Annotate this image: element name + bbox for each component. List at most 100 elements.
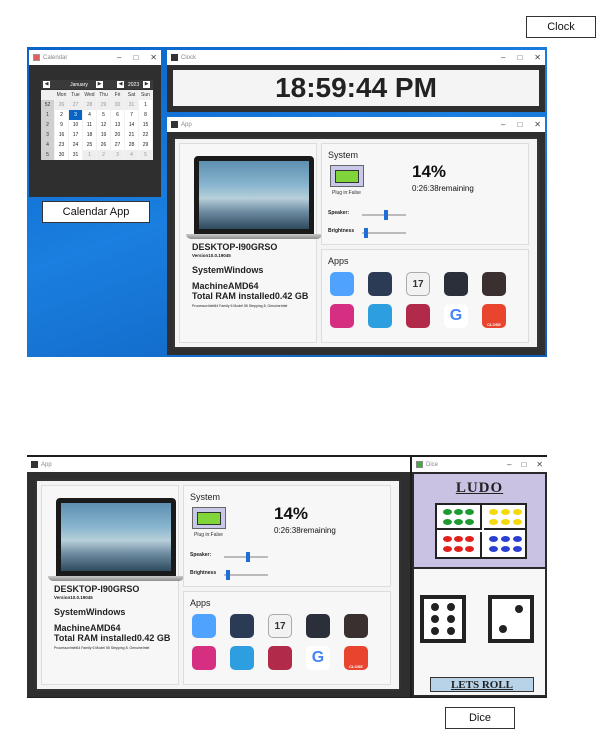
next-year-button[interactable]: ▶ [143, 81, 151, 88]
close-icon[interactable]: ✕ [536, 460, 543, 469]
close-icon[interactable]: ✕ [534, 120, 541, 129]
calendar-day-cell[interactable]: 3 [111, 150, 125, 160]
calendar-day-cell[interactable]: 21 [125, 130, 139, 140]
close-icon[interactable]: ✕ [150, 53, 157, 62]
calendar-day-cell[interactable]: 7 [125, 110, 139, 120]
calendar-day-cell[interactable]: 23 [55, 140, 69, 150]
die-right[interactable] [488, 595, 534, 643]
clock-app-icon[interactable] [368, 272, 392, 296]
calendar-day-cell[interactable]: 26 [55, 100, 69, 110]
calendar-day-cell[interactable]: 24 [69, 140, 83, 150]
calendar-day-cell[interactable]: 17 [69, 130, 83, 140]
calendar-week-row: 4 23 24 25 26 27 28 29 [41, 140, 153, 150]
calendar-day-cell[interactable]: 28 [125, 140, 139, 150]
prev-month-button[interactable]: ◀ [43, 81, 50, 88]
calendar-app-icon[interactable]: 17 [406, 272, 430, 296]
clock-app-icon[interactable] [230, 614, 254, 638]
prev-year-button[interactable]: ◀ [117, 81, 124, 88]
maximize-icon[interactable]: □ [521, 460, 526, 469]
calendar-day-cell[interactable]: 28 [83, 100, 97, 110]
calendar-day-cell[interactable]: 27 [111, 140, 125, 150]
lets-roll-button[interactable]: LETS ROLL [430, 677, 534, 692]
brightness-slider-track[interactable] [362, 232, 406, 234]
calendar-day-cell[interactable]: 5 [97, 110, 111, 120]
weather-app-icon[interactable] [330, 272, 354, 296]
calendar-day-cell[interactable]: 27 [69, 100, 83, 110]
die-left[interactable] [420, 595, 466, 643]
calendar-day-cell[interactable]: 22 [139, 130, 153, 140]
calendar-day-cell[interactable]: 9 [55, 120, 69, 130]
app-titlebar-2[interactable]: App [27, 457, 410, 472]
dice-window: Dice – □ ✕ LUDO LETS ROLL [412, 457, 547, 697]
maximize-icon[interactable]: □ [517, 120, 522, 129]
calendar-day-cell[interactable]: 2 [55, 110, 69, 120]
calendar-day-cell[interactable]: 14 [125, 120, 139, 130]
minimize-icon[interactable]: – [501, 53, 505, 62]
calendar-day-cell[interactable]: 31 [69, 150, 83, 160]
toggle-app-icon[interactable] [306, 614, 330, 638]
calendar-day-cell[interactable]: 26 [97, 140, 111, 150]
calendar-day-cell[interactable]: 29 [139, 140, 153, 150]
calendar-day-cell[interactable]: 10 [69, 120, 83, 130]
calendar-day-cell[interactable]: 4 [83, 110, 97, 120]
calendar-day-cell[interactable]: 25 [83, 140, 97, 150]
calendar-day-cell[interactable]: 30 [111, 100, 125, 110]
maximize-icon[interactable]: □ [133, 53, 138, 62]
close-app-icon[interactable]: CLOSE [344, 646, 368, 670]
calendar-day-cell[interactable]: 20 [111, 130, 125, 140]
brightness-slider-thumb[interactable] [226, 570, 231, 580]
google-app-icon[interactable]: G [306, 646, 330, 670]
year-label[interactable]: 2023 [128, 82, 139, 88]
dice-titlebar[interactable]: Dice – □ ✕ [412, 457, 547, 472]
speaker-slider-thumb[interactable] [246, 552, 251, 562]
close-app-icon[interactable]: CLOSE [482, 304, 506, 328]
youtube-app-icon[interactable] [406, 304, 430, 328]
calendar-day-cell[interactable]: 8 [139, 110, 153, 120]
calendar-day-cell[interactable]: 1 [139, 100, 153, 110]
calendar-day-cell[interactable]: 1 [83, 150, 97, 160]
calendar-day-cell[interactable]: 31 [125, 100, 139, 110]
toggle-app-icon[interactable] [444, 272, 468, 296]
calendar-app-icon[interactable]: 17 [268, 614, 292, 638]
close-icon[interactable]: ✕ [534, 53, 541, 62]
folder-app-icon[interactable] [230, 646, 254, 670]
instagram-app-icon[interactable] [330, 304, 354, 328]
calendar-day-cell[interactable]: 4 [125, 150, 139, 160]
ludo-app-icon[interactable] [344, 614, 368, 638]
brightness-slider-thumb[interactable] [364, 228, 369, 238]
folder-app-icon[interactable] [368, 304, 392, 328]
speaker-slider-thumb[interactable] [384, 210, 389, 220]
calendar-titlebar[interactable]: Calendar – □ ✕ [29, 50, 161, 65]
weather-app-icon[interactable] [192, 614, 216, 638]
calendar-day-cell[interactable]: 11 [83, 120, 97, 130]
calendar-day-cell[interactable]: 12 [97, 120, 111, 130]
calendar-day-cell[interactable]: 16 [55, 130, 69, 140]
calendar-day-cell[interactable]: 3 [69, 110, 83, 120]
red-token [443, 536, 452, 542]
next-month-button[interactable]: ▶ [96, 81, 103, 88]
maximize-icon[interactable]: □ [517, 53, 522, 62]
minimize-icon[interactable]: – [117, 53, 121, 62]
youtube-app-icon[interactable] [268, 646, 292, 670]
apps-label: Apps [328, 256, 349, 266]
ludo-app-icon[interactable] [482, 272, 506, 296]
calendar-day-cell[interactable]: 13 [111, 120, 125, 130]
calendar-day-cell[interactable]: 29 [97, 100, 111, 110]
die-pip [430, 603, 439, 611]
calendar-day-cell[interactable]: 18 [83, 130, 97, 140]
google-app-icon[interactable]: G [444, 304, 468, 328]
app-titlebar[interactable]: App – □ ✕ [167, 117, 545, 132]
calendar-day-cell[interactable]: 15 [139, 120, 153, 130]
calendar-day-cell[interactable]: 2 [97, 150, 111, 160]
brightness-slider-track[interactable] [224, 574, 268, 576]
instagram-app-icon[interactable] [192, 646, 216, 670]
calendar-day-cell[interactable]: 30 [55, 150, 69, 160]
battery-remaining: 0:26:38remaining [274, 526, 336, 535]
month-label[interactable]: January [64, 82, 94, 88]
calendar-day-cell[interactable]: 5 [139, 150, 153, 160]
clock-titlebar[interactable]: Clock – □ ✕ [167, 50, 545, 65]
minimize-icon[interactable]: – [501, 120, 505, 129]
calendar-day-cell[interactable]: 19 [97, 130, 111, 140]
minimize-icon[interactable]: – [507, 460, 511, 469]
calendar-day-cell[interactable]: 6 [111, 110, 125, 120]
